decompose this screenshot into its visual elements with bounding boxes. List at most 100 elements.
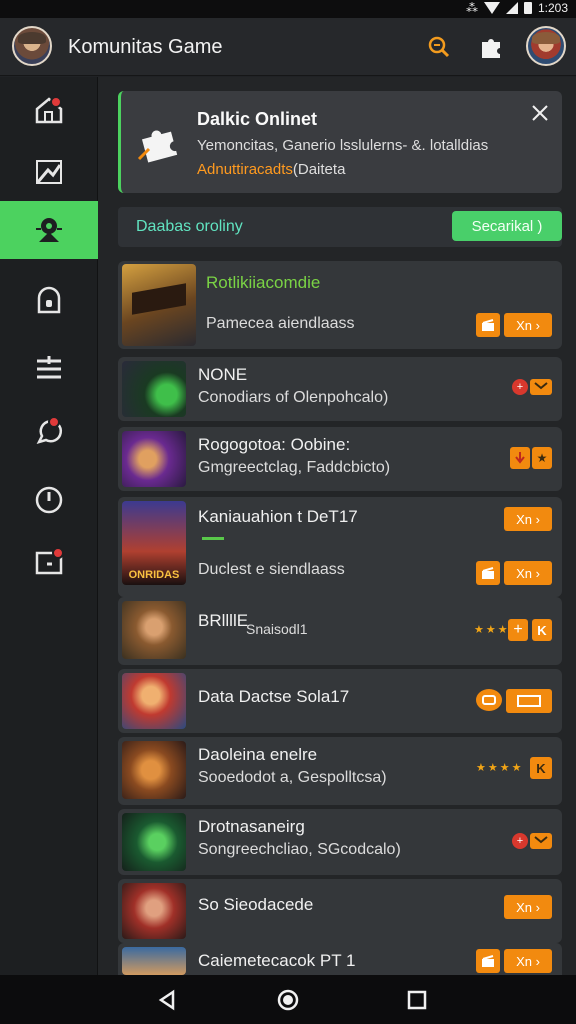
wifi-icon <box>483 2 500 14</box>
menu-button[interactable] <box>506 689 552 713</box>
notification-title: Dalkic Onlinet <box>197 109 318 129</box>
clock-text: 1:203 <box>537 1 568 15</box>
search-icon <box>428 36 450 58</box>
sidebar <box>0 77 98 975</box>
add-icon[interactable]: + <box>508 619 528 641</box>
back-icon <box>158 989 175 1011</box>
download-icon[interactable] <box>510 447 530 469</box>
game-card[interactable]: Rotlikiiacomdie Pamecea aiendlaass Xn › <box>118 261 562 349</box>
rating-stars: ★★★★ <box>476 762 524 774</box>
main-content: Dalkic Onlinet Yemoncitas, Ganerio lsslu… <box>98 77 576 975</box>
join-button[interactable]: Xn › <box>504 949 552 973</box>
game-card[interactable]: So Sieodacede Xn › <box>118 879 562 943</box>
game-card[interactable]: Daoleina enelre Sooedodot a, Gespolltcsa… <box>118 737 562 805</box>
game-card[interactable]: ONRIDAS Kaniauahion t DeT17 Duclest e si… <box>118 497 562 597</box>
puzzle-icon <box>482 39 500 58</box>
sidebar-item-inbox[interactable] <box>0 533 98 591</box>
game-title: So Sieodacede <box>198 895 314 914</box>
game-title: Rogogotoa: Oobine: <box>198 435 351 454</box>
recents-icon <box>407 990 427 1010</box>
game-card[interactable]: Data Dactse Sola17 <box>118 669 562 733</box>
game-card[interactable]: Rogogotoa: Oobine: Gmgreectclag, Faddcbi… <box>118 427 562 491</box>
game-title: Kaniauahion t DeT17 <box>198 507 358 526</box>
game-thumbnail <box>122 883 186 939</box>
sidebar-item-lock[interactable] <box>0 271 98 329</box>
game-card[interactable]: Caiemetecacok PT 1 Xn › <box>118 943 562 975</box>
back-button[interactable] <box>154 987 180 1013</box>
game-subtitle: Songreechcliao, SGcodcalo) <box>198 841 401 858</box>
profile-avatar[interactable] <box>526 26 566 66</box>
notification-highlight: Adnuttiracadts <box>197 161 293 178</box>
notification-badge <box>52 547 64 559</box>
page-title: Komunitas Game <box>68 36 223 58</box>
filter-label: Daabas oroliny <box>136 218 243 235</box>
game-subtitle: Gmgreectclag, Faddcbicto) <box>198 459 391 476</box>
mail-icon[interactable] <box>530 379 552 395</box>
home-circle-icon <box>277 989 299 1011</box>
game-card[interactable]: NONE Conodiars of Olenpohcalo) + <box>118 357 562 421</box>
game-thumbnail <box>122 673 186 729</box>
sidebar-item-home[interactable] <box>0 81 98 139</box>
chat-icon[interactable] <box>476 689 502 711</box>
notification-text: Yemoncitas, Ganerio lsslulerns- &. lotal… <box>197 137 489 154</box>
search-button[interactable] <box>424 32 454 62</box>
game-subtitle: Sooedodot a, Gespolltcsa) <box>198 769 387 786</box>
rating-stars: ★★★ <box>474 624 510 636</box>
game-title: Drotnasaneirg <box>198 817 305 836</box>
close-icon[interactable] <box>530 103 550 123</box>
notification-detail: (Daiteta <box>292 161 346 178</box>
notification-subtext: Adnuttiracadts(Daiteta <box>197 161 345 178</box>
gift-icon[interactable] <box>476 313 500 337</box>
join-button[interactable]: Xn › <box>504 313 552 337</box>
progress-indicator <box>202 537 224 540</box>
notification-dot: + <box>512 833 528 849</box>
sidebar-item-community[interactable] <box>0 201 98 259</box>
notification-badge <box>48 416 60 428</box>
game-thumbnail <box>122 741 186 799</box>
game-title: BRllllE <box>198 611 249 630</box>
gift-icon[interactable] <box>476 949 500 973</box>
app-header: Komunitas Game <box>0 18 576 76</box>
status-bar: ⁂ 1:203 <box>0 0 576 18</box>
mail-icon[interactable] <box>530 833 552 849</box>
game-title: Data Dactse Sola17 <box>198 687 350 706</box>
k-icon[interactable]: K <box>532 619 552 641</box>
game-thumbnail <box>122 947 186 975</box>
filter-bar: Daabas oroliny Secarikal ) <box>118 207 562 247</box>
game-thumbnail <box>122 431 186 487</box>
system-navigation-bar <box>0 975 576 1024</box>
thumbnail-caption: ONRIDAS <box>128 569 180 581</box>
k-icon[interactable]: K <box>530 757 552 779</box>
notification-badge <box>50 96 62 108</box>
recents-button[interactable] <box>404 987 430 1013</box>
sidebar-item-list[interactable] <box>0 339 98 397</box>
sidebar-item-chat[interactable] <box>0 403 98 461</box>
sidebar-item-clock[interactable] <box>0 471 98 529</box>
battery-icon <box>523 2 532 14</box>
star-icon[interactable]: ★ <box>532 447 552 469</box>
community-icon <box>36 218 62 242</box>
clock-icon <box>35 486 63 514</box>
join-button[interactable]: Xn › <box>504 507 552 531</box>
join-button[interactable]: Xn › <box>504 895 552 919</box>
game-card[interactable]: BRllllE Snaisodl1 ★★★ + K <box>118 597 562 665</box>
sidebar-item-stats[interactable] <box>0 143 98 201</box>
game-title: Caiemetecacok PT 1 <box>198 951 356 970</box>
join-button[interactable]: Xn › <box>504 561 552 585</box>
home-button[interactable] <box>275 987 301 1013</box>
user-avatar[interactable] <box>12 26 52 66</box>
game-card[interactable]: Drotnasaneirg Songreechcliao, SGcodcalo)… <box>118 809 562 875</box>
notification-dot: + <box>512 379 528 395</box>
chart-icon <box>36 160 62 184</box>
notification-card[interactable]: Dalkic Onlinet Yemoncitas, Ganerio lsslu… <box>118 91 562 193</box>
game-thumbnail <box>122 264 196 346</box>
game-thumbnail <box>122 601 186 659</box>
lock-icon <box>37 286 61 314</box>
sync-icon: ⁂ <box>465 1 478 15</box>
search-action-button[interactable]: Secarikal ) <box>452 211 562 241</box>
game-thumbnail: ONRIDAS <box>122 501 186 585</box>
list-icon <box>37 356 61 379</box>
game-subtitle: Snaisodl1 <box>246 621 308 637</box>
gift-icon[interactable] <box>476 561 500 585</box>
extensions-button[interactable] <box>476 32 506 62</box>
